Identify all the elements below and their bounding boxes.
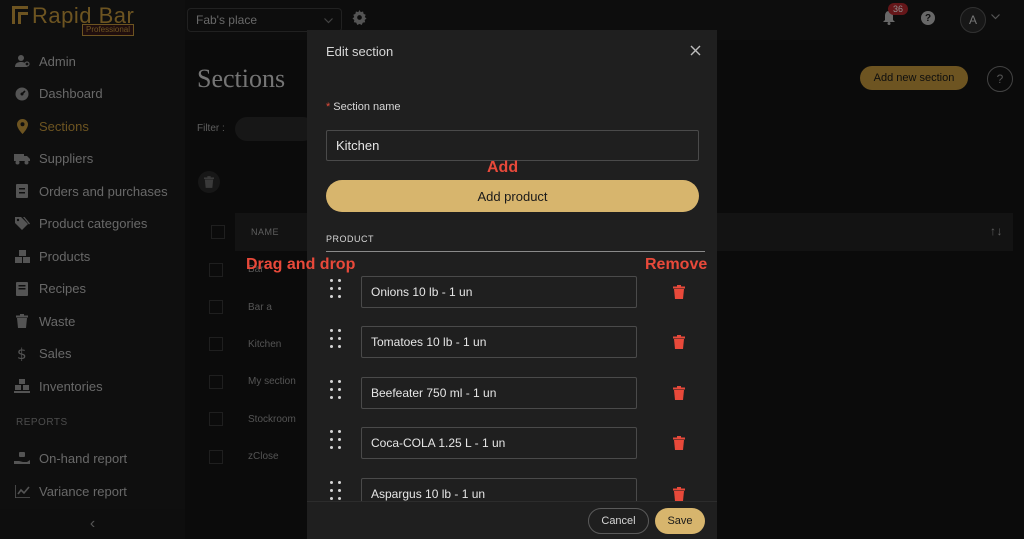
drag-handle-icon[interactable] <box>330 380 344 404</box>
product-input[interactable] <box>361 276 637 308</box>
product-input[interactable] <box>361 377 637 409</box>
product-row <box>326 427 699 459</box>
product-column-header: PRODUCT <box>326 234 374 244</box>
section-name-label: * Section name <box>326 101 401 113</box>
modal-title: Edit section <box>326 43 394 59</box>
delete-icon[interactable] <box>673 436 685 450</box>
save-button[interactable]: Save <box>655 508 705 534</box>
product-row <box>326 276 699 308</box>
drag-handle-icon[interactable] <box>330 481 344 501</box>
delete-icon[interactable] <box>673 386 685 400</box>
product-input[interactable] <box>361 427 637 459</box>
annotation-drag-and-drop: Drag and drop <box>246 256 356 273</box>
drag-handle-icon[interactable] <box>330 279 344 303</box>
drag-handle-icon[interactable] <box>330 430 344 454</box>
modal-header: Edit section <box>307 30 717 72</box>
product-input[interactable] <box>361 478 637 501</box>
annotation-remove: Remove <box>645 256 708 273</box>
cancel-button[interactable]: Cancel <box>588 508 649 534</box>
section-name-input[interactable] <box>326 130 699 161</box>
product-row <box>326 478 699 501</box>
required-asterisk: * <box>326 101 331 113</box>
product-row <box>326 326 699 358</box>
product-input[interactable] <box>361 326 637 358</box>
product-row <box>326 377 699 409</box>
section-name-label-text: Section name <box>333 101 401 113</box>
close-icon[interactable] <box>690 43 701 61</box>
delete-icon[interactable] <box>673 285 685 299</box>
product-list <box>307 252 717 501</box>
modal-footer: Cancel Save <box>307 501 717 539</box>
delete-icon[interactable] <box>673 335 685 349</box>
edit-section-modal: Edit section *Section name Add Add produ… <box>246 30 717 539</box>
drag-handle-icon[interactable] <box>330 329 344 353</box>
delete-icon[interactable] <box>673 487 685 501</box>
annotation-add: Add <box>487 159 519 176</box>
add-product-button[interactable]: Add product <box>326 180 699 212</box>
